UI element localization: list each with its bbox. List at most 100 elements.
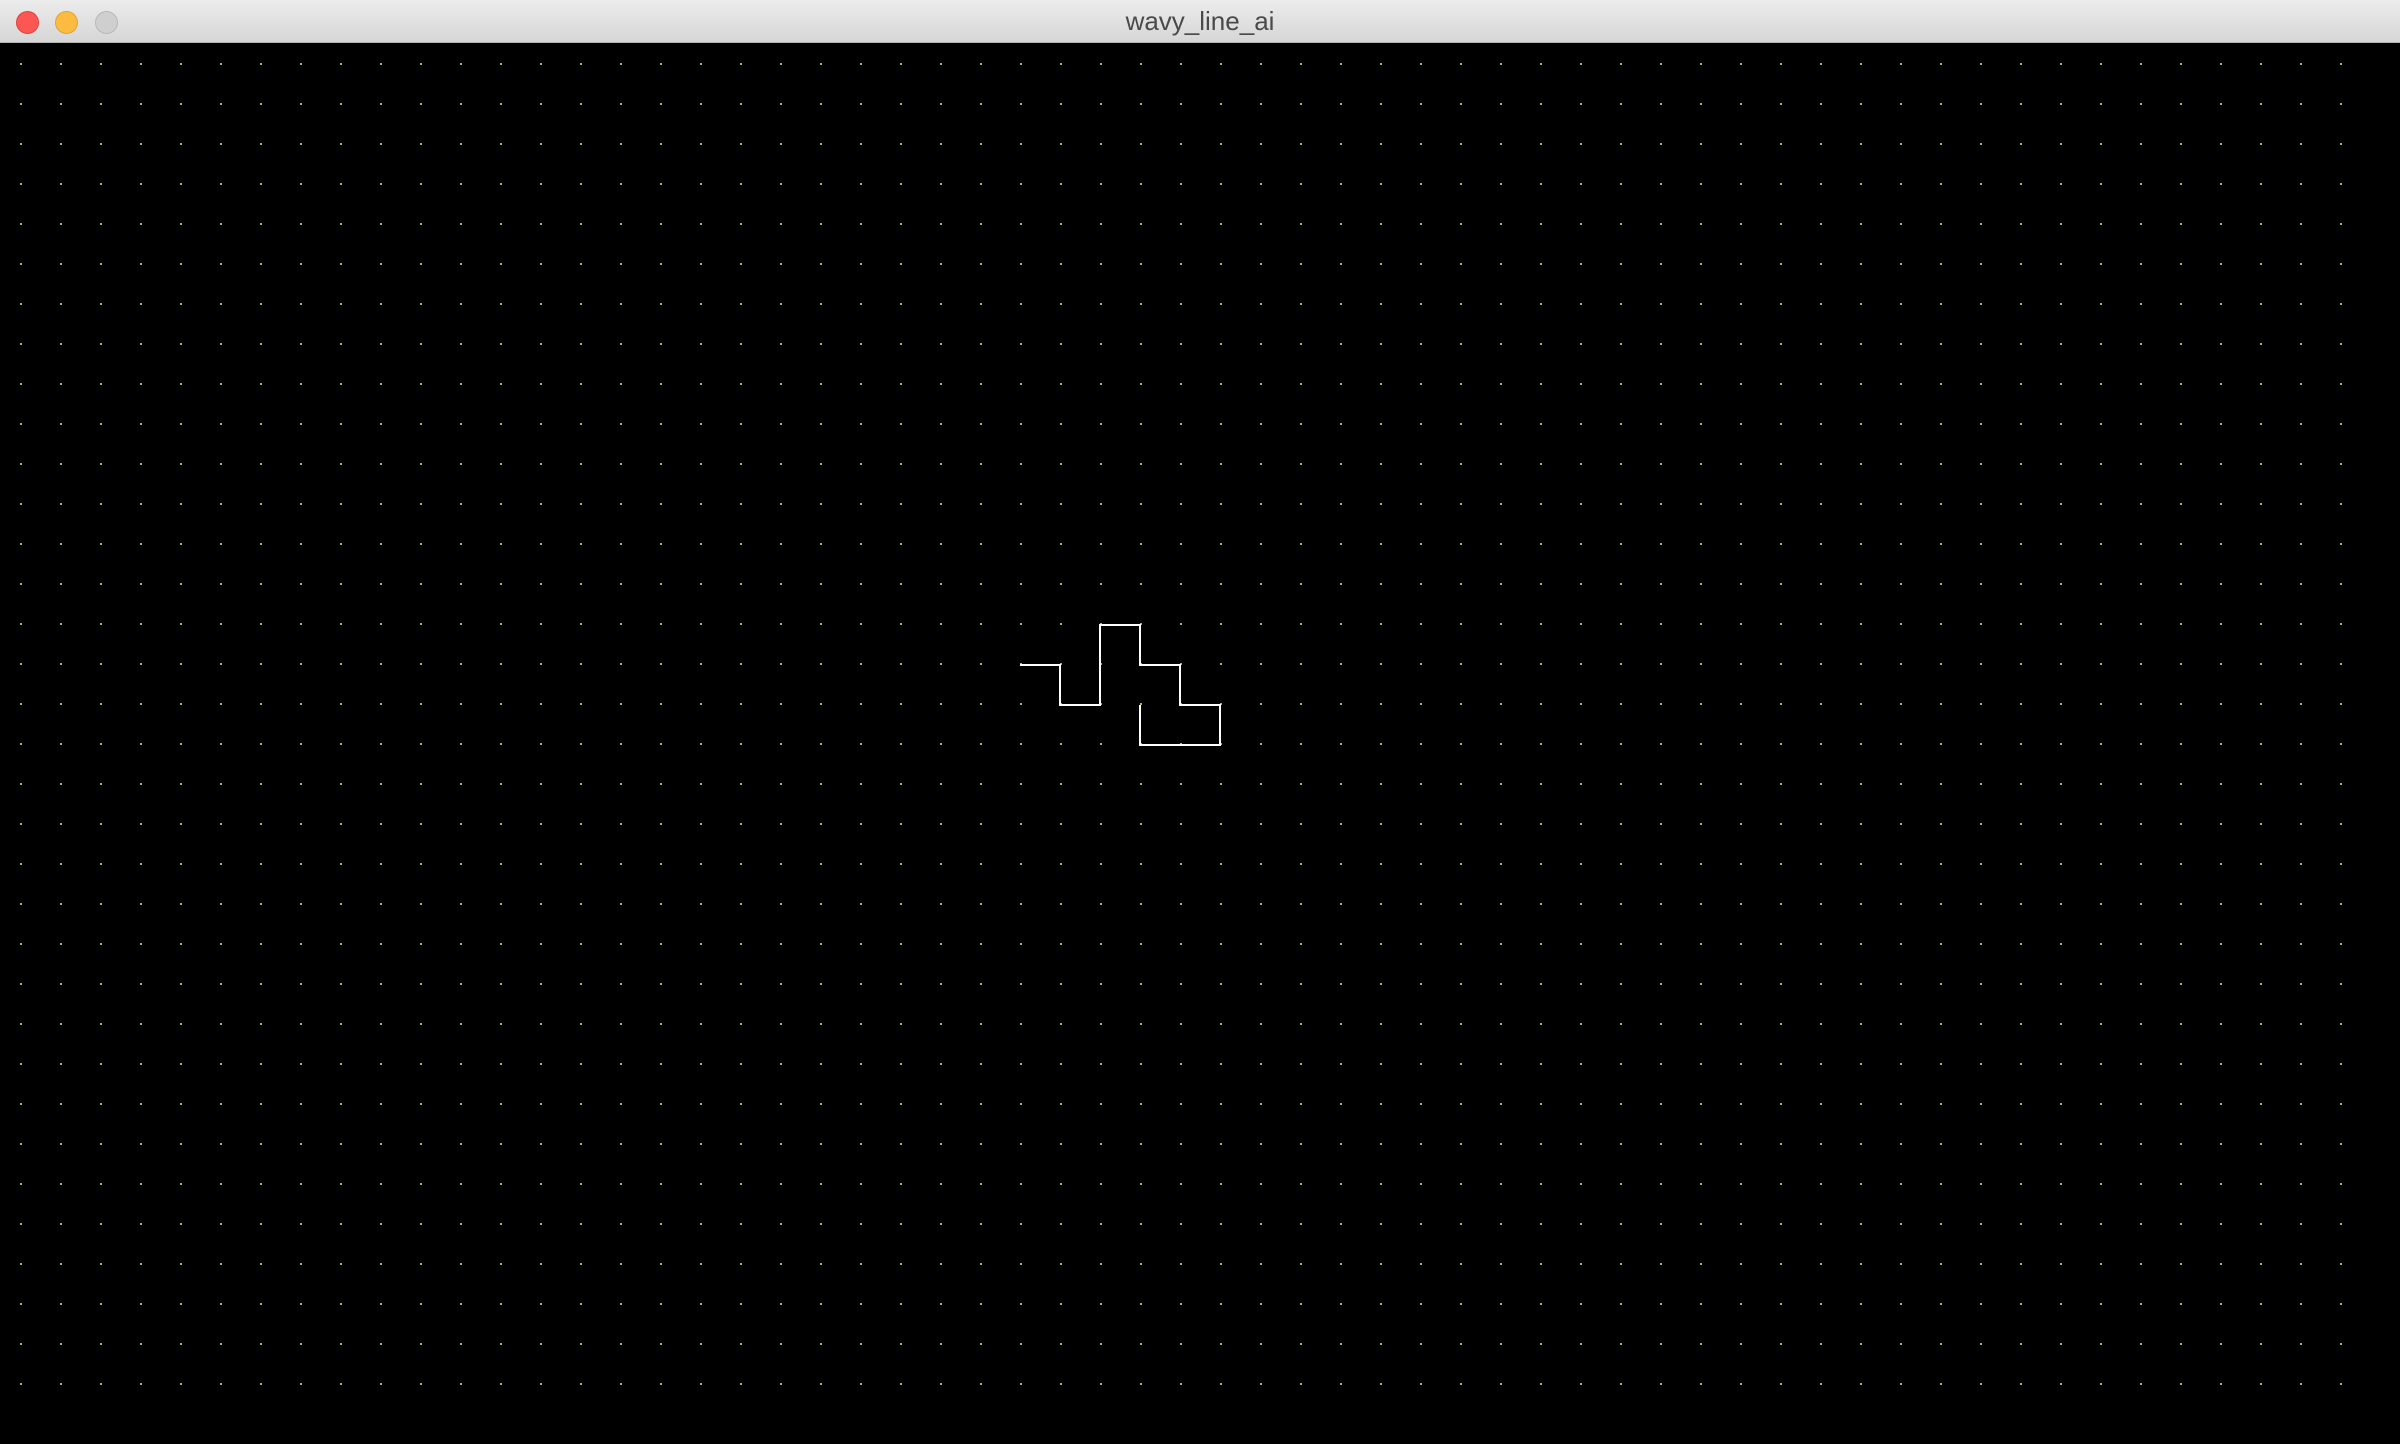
grid-dot [980,863,982,865]
grid-dot [1980,543,1982,545]
grid-dot [1780,63,1782,65]
grid-dot [1340,183,1342,185]
grid-dot [1980,703,1982,705]
grid-dot [140,1143,142,1145]
grid-dot [460,383,462,385]
grid-dot [2020,1023,2022,1025]
grid-dot [1660,703,1662,705]
grid-dot [1660,543,1662,545]
grid-dot [1860,943,1862,945]
grid-dot [540,223,542,225]
grid-dot [1100,543,1102,545]
grid-dot [1100,463,1102,465]
grid-dot [1860,623,1862,625]
grid-dot [1860,1383,1862,1385]
grid-dot [340,823,342,825]
grid-dot [1380,1343,1382,1345]
grid-dot [1580,583,1582,585]
grid-dot [1780,1383,1782,1385]
grid-dot [2020,1183,2022,1185]
grid-dot [420,463,422,465]
grid-dot [20,63,22,65]
grid-dot [1020,183,1022,185]
grid-dot [500,623,502,625]
grid-dot [820,103,822,105]
grid-dot [20,143,22,145]
grid-dot [780,183,782,185]
grid-dot [460,1263,462,1265]
grid-dot [2020,423,2022,425]
grid-dot [1100,1183,1102,1185]
grid-dot [1020,623,1022,625]
grid-dot [1220,503,1222,505]
grid-dot [1940,1303,1942,1305]
grid-dot [780,1023,782,1025]
grid-dot [740,743,742,745]
drawing-canvas[interactable] [0,43,2400,1444]
title-bar[interactable]: wavy_line_ai [0,0,2400,43]
grid-dot [1300,1263,1302,1265]
grid-dot [2340,1303,2342,1305]
grid-dot [1980,1063,1982,1065]
grid-dot [1100,943,1102,945]
grid-dot [1980,583,1982,585]
grid-dot [1140,503,1142,505]
grid-dot [340,223,342,225]
grid-dot [1620,383,1622,385]
grid-dot [1420,543,1422,545]
grid-dot [1980,1103,1982,1105]
grid-dot [1900,823,1902,825]
grid-dot [2300,703,2302,705]
grid-dot [780,223,782,225]
grid-dot [780,783,782,785]
grid-dot [1540,703,1542,705]
grid-dot [260,423,262,425]
grid-dot [140,423,142,425]
grid-dot [1100,223,1102,225]
grid-dot [700,1263,702,1265]
grid-dot [2140,1303,2142,1305]
grid-dot [1380,263,1382,265]
grid-dot [540,183,542,185]
grid-dot [700,143,702,145]
grid-dot [60,543,62,545]
grid-dot [740,903,742,905]
grid-dot [1300,1383,1302,1385]
grid-dot [1340,583,1342,585]
grid-dot [1020,503,1022,505]
grid-dot [1260,663,1262,665]
grid-dot [1500,183,1502,185]
grid-dot [1540,383,1542,385]
grid-dot [2180,463,2182,465]
grid-dot [1860,183,1862,185]
grid-dot [620,1023,622,1025]
grid-dot [60,183,62,185]
grid-dot [2180,863,2182,865]
grid-dot [140,183,142,185]
grid-dot [900,503,902,505]
grid-dot [540,463,542,465]
grid-dot [700,863,702,865]
grid-dot [1100,1303,1102,1305]
grid-dot [60,1223,62,1225]
grid-dot [2060,303,2062,305]
grid-dot [1820,623,1822,625]
grid-dot [1620,543,1622,545]
grid-dot [900,223,902,225]
grid-dot [20,1383,22,1385]
grid-dot [260,1103,262,1105]
grid-dot [100,423,102,425]
grid-dot [1780,1143,1782,1145]
grid-dot [260,703,262,705]
grid-dot [300,1383,302,1385]
grid-dot [1820,343,1822,345]
grid-dot [180,703,182,705]
grid-dot [100,903,102,905]
grid-dot [1020,303,1022,305]
grid-dot [700,783,702,785]
grid-dot [2260,1023,2262,1025]
grid-dot [1020,703,1022,705]
grid-dot [620,623,622,625]
grid-dot [1380,983,1382,985]
grid-dot [2300,1063,2302,1065]
